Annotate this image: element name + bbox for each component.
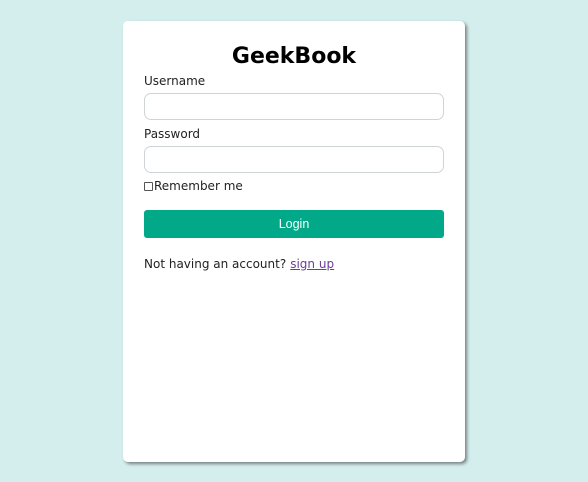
username-label: Username (144, 74, 206, 88)
login-button[interactable]: Login (144, 210, 444, 238)
signup-link[interactable]: sign up (290, 257, 334, 271)
remember-me-row[interactable]: Remember me (144, 178, 243, 194)
remember-me-checkbox[interactable] (144, 181, 153, 191)
signup-prompt: Not having an account? (144, 257, 287, 271)
signup-row: Not having an account? sign up (144, 256, 334, 272)
login-card: GeekBook Username Password Remember me L… (123, 21, 465, 462)
password-label: Password (144, 127, 201, 141)
app-title: GeekBook (231, 44, 357, 69)
password-input[interactable] (144, 146, 444, 173)
remember-me-label[interactable]: Remember me (154, 179, 243, 193)
username-input[interactable] (144, 93, 444, 120)
